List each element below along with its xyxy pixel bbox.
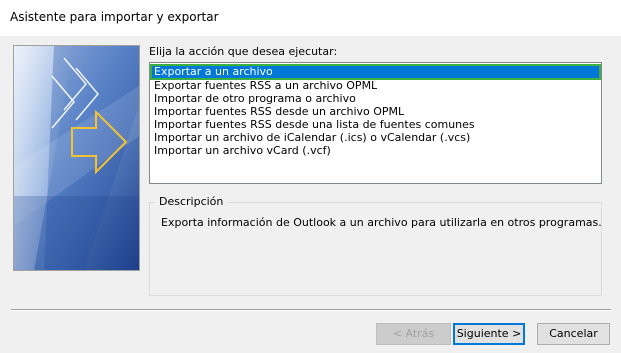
list-item-import-icalendar[interactable]: Importar un archivo de iCalendar (.ics) … xyxy=(151,131,600,144)
cancel-button[interactable]: Cancelar xyxy=(537,323,610,345)
list-item-import-vcard[interactable]: Importar un archivo vCard (.vcf) xyxy=(151,144,600,157)
list-item-import-rss-opml[interactable]: Importar fuentes RSS desde un archivo OP… xyxy=(151,105,600,118)
list-item-export-rss-opml[interactable]: Exportar fuentes RSS a un archivo OPML xyxy=(151,79,600,92)
title-bar: Asistente para importar y exportar xyxy=(0,0,621,36)
window-title: Asistente para importar y exportar xyxy=(10,10,219,24)
description-text: Exporta información de Outlook a un arch… xyxy=(161,216,602,229)
next-button[interactable]: Siguiente > xyxy=(453,323,525,345)
list-item-export-to-file[interactable]: Exportar a un archivo xyxy=(150,64,601,80)
import-export-wizard-dialog: Asistente para importar y exportar Elija… xyxy=(0,0,621,353)
action-listbox[interactable]: Exportar a un archivo Exportar fuentes R… xyxy=(149,62,602,184)
wizard-illustration xyxy=(13,45,140,271)
footer-separator xyxy=(11,309,611,311)
back-button[interactable]: < Atrás xyxy=(376,323,451,345)
description-legend: Descripción xyxy=(155,195,228,208)
list-item-import-rss-common-list[interactable]: Importar fuentes RSS desde una lista de … xyxy=(151,118,600,131)
description-groupbox: Descripción Exporta información de Outlo… xyxy=(149,195,602,296)
action-prompt-label: Elija la acción que desea ejecutar: xyxy=(149,45,338,58)
list-item-import-from-program[interactable]: Importar de otro programa o archivo xyxy=(151,92,600,105)
